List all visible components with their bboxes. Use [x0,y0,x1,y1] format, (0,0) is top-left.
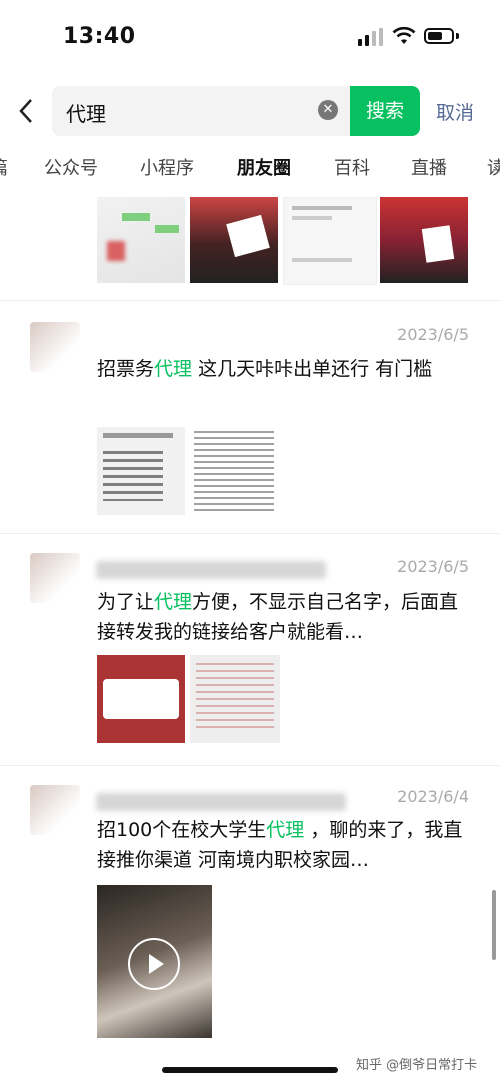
author-name [96,561,326,579]
post-date: 2023/6/5 [397,557,469,576]
post-text[interactable]: 招100个在校大学生代理 ，聊的来了，我直接推你渠道 河南境内职校家园… [97,815,472,875]
tab-baike[interactable]: 百科 [334,154,370,180]
tab-live[interactable]: 直播 [411,154,447,180]
tab-read[interactable]: 读 [487,154,500,180]
scrollbar[interactable] [492,890,496,960]
back-icon[interactable] [18,98,34,131]
post-text-prefix: 招100个在校大学生 [97,819,267,841]
search-button[interactable]: 搜索 [350,86,420,136]
keyword-highlight: 代理 [154,358,193,380]
post-text-suffix: 这几天咔咔出单还行 有门槛 [192,358,433,380]
post-image[interactable] [97,197,185,283]
avatar[interactable] [30,553,80,603]
status-bar: 13:40 [0,0,500,75]
post-image[interactable] [97,655,185,743]
search-bar: 代理 ✕ 搜索 取消 [0,84,500,140]
post-image[interactable] [380,197,468,283]
list-item[interactable]: 2023/6/5 招票务代理 这几天咔咔出单还行 有门槛 [0,300,500,534]
battery-icon [424,28,454,44]
post-text[interactable]: 为了让代理方便，不显示自己名字，后面直接转发我的链接给客户就能看… [97,587,472,647]
keyword-highlight: 代理 [266,819,305,841]
list-item[interactable]: 2023/6/4 招100个在校大学生代理 ，聊的来了，我直接推你渠道 河南境内… [0,765,500,1065]
post-text-prefix: 招票务 [97,358,155,380]
status-time: 13:40 [63,24,136,49]
post-date: 2023/6/4 [397,787,469,806]
watermark: 知乎 @倒爷日常打卡 [356,1058,478,1073]
battery-tip [456,33,459,39]
post-date: 2023/6/5 [397,325,469,344]
search-input[interactable]: 代理 ✕ [52,86,352,136]
wifi-icon [392,26,416,44]
tab-moments[interactable]: 朋友圈 [237,154,291,180]
category-tabs: 篇 公众号 小程序 朋友圈 百科 直播 读 [0,146,500,190]
post-video[interactable] [97,885,212,1038]
post-text[interactable]: 招票务代理 这几天咔咔出单还行 有门槛 [97,354,472,384]
clear-icon[interactable]: ✕ [318,100,338,120]
play-icon[interactable] [128,938,180,990]
list-item[interactable]: 2023/6/5 为了让代理方便，不显示自己名字，后面直接转发我的链接给客户就能… [0,533,500,766]
cellular-signal-icon [358,28,383,46]
tab-mini-program[interactable]: 小程序 [140,154,194,180]
post-image[interactable] [190,655,280,743]
tab-official-account[interactable]: 公众号 [44,154,98,180]
post-image[interactable] [190,427,278,515]
tab-article[interactable]: 篇 [0,154,8,180]
author-name [96,793,346,811]
home-indicator[interactable] [162,1067,338,1073]
avatar[interactable] [30,322,80,372]
post-image[interactable] [190,197,278,283]
keyword-highlight: 代理 [154,591,193,613]
avatar[interactable] [30,785,80,835]
search-query-text: 代理 [66,102,106,126]
cancel-button[interactable]: 取消 [436,98,474,125]
post-text-prefix: 为了让 [97,591,155,613]
list-item[interactable] [0,195,500,301]
post-image[interactable] [283,197,377,285]
post-image[interactable] [97,427,185,515]
